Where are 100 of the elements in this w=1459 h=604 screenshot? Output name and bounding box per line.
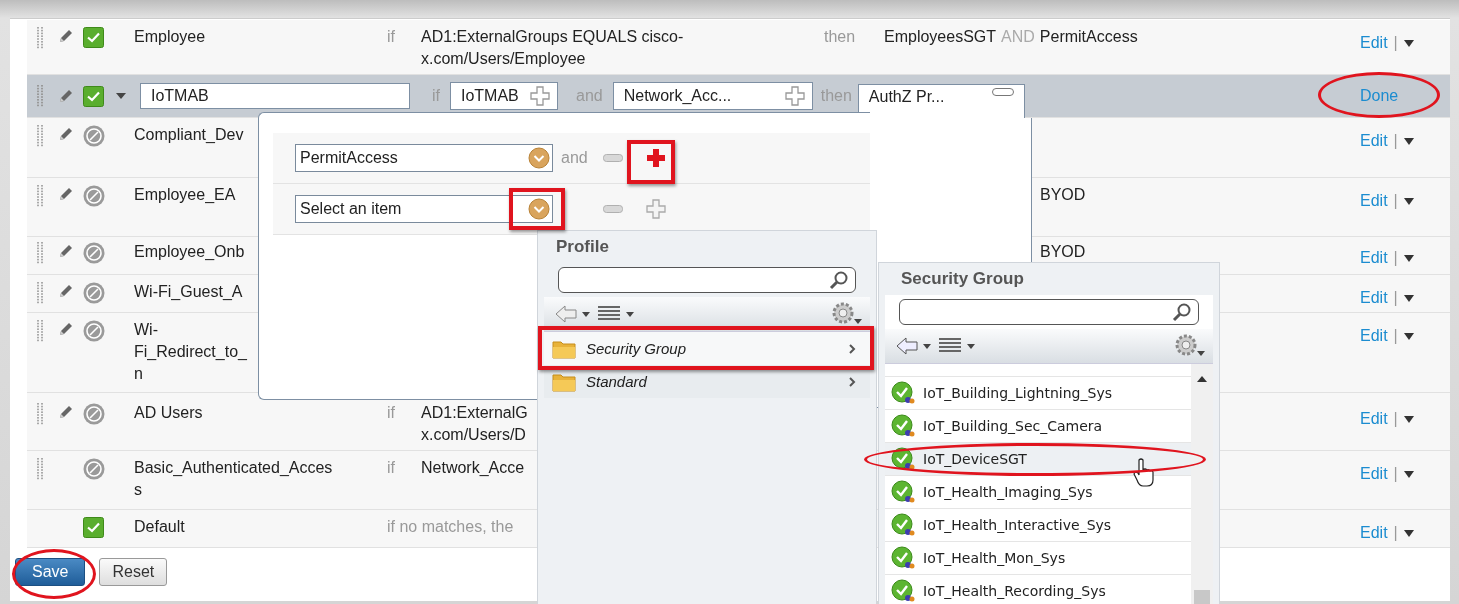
drag-handle-icon[interactable]	[36, 458, 43, 480]
profile-select[interactable]: Select an item	[295, 195, 553, 223]
rule-name-input[interactable]: IoTMAB	[140, 83, 410, 109]
drag-handle-icon[interactable]	[36, 403, 43, 425]
rule-name: Wi- Fi_Redirect_to_ n	[134, 320, 247, 384]
condition-field[interactable]: Network_Acc...	[612, 82, 813, 110]
rule-condition: AD1:ExternalG x.com/Users/D	[421, 404, 528, 443]
pencil-icon[interactable]	[57, 185, 75, 203]
panel-title: Security Group	[900, 268, 1025, 290]
caret-icon[interactable]	[1403, 529, 1414, 537]
tag-list-item[interactable]: IoT_Health_Recording_Sys	[885, 575, 1191, 604]
rule-name: Employee_EA	[134, 185, 236, 205]
caret-icon[interactable]	[1403, 294, 1414, 302]
separator-text: |	[1393, 464, 1398, 484]
caret-icon[interactable]	[1403, 415, 1414, 423]
and-keyword: and	[561, 149, 588, 166]
drag-handle-icon[interactable]	[36, 185, 43, 207]
highlight-rectangle	[627, 140, 675, 184]
add-icon[interactable]	[783, 85, 806, 107]
check-badge-icon	[891, 480, 915, 504]
add-icon[interactable]	[645, 147, 667, 169]
back-arrow-icon[interactable]	[554, 304, 592, 324]
pencil-icon[interactable]	[57, 320, 75, 338]
category-item[interactable]: Security Group	[544, 332, 870, 365]
then-keyword: then	[824, 28, 856, 45]
enabled-checkbox[interactable]	[83, 27, 104, 48]
drag-handle-icon[interactable]	[36, 27, 43, 49]
pencil-icon[interactable]	[57, 125, 75, 143]
drag-handle-icon[interactable]	[36, 85, 43, 107]
drag-handle-icon[interactable]	[36, 125, 43, 147]
search-field[interactable]	[899, 299, 1199, 325]
chevron-right-icon	[849, 343, 856, 354]
rule-result: BYOD	[1040, 186, 1086, 203]
separator-text: |	[1393, 33, 1398, 53]
search-icon[interactable]	[829, 270, 849, 290]
rule-name: Wi-Fi_Guest_A	[134, 282, 243, 302]
rule-condition: Network_Acce	[421, 459, 525, 476]
separator-text: |	[1393, 191, 1398, 211]
caret-icon[interactable]	[1403, 197, 1414, 205]
enabled-checkbox[interactable]	[83, 517, 104, 538]
rule-name: Compliant_Dev	[134, 125, 244, 145]
drag-handle-icon[interactable]	[36, 282, 43, 304]
hand-cursor-icon	[1133, 458, 1155, 488]
save-button[interactable]: Save	[15, 558, 86, 586]
check-badge-icon	[891, 513, 915, 537]
search-field[interactable]	[558, 267, 856, 293]
separator-text: |	[1393, 409, 1398, 429]
result-field[interactable]: AuthZ Pr...	[857, 83, 1025, 118]
rule-name: Employee	[134, 27, 206, 47]
search-icon[interactable]	[1172, 302, 1192, 322]
scrollbar[interactable]	[1191, 364, 1213, 604]
tag-list-item[interactable]: IoT_Health_Mon_Sys	[885, 542, 1191, 575]
if-keyword: if	[387, 459, 395, 476]
if-keyword: if	[387, 404, 395, 421]
dropdown-caret-icon[interactable]	[528, 147, 550, 169]
rule-name: Basic_Authenticated_Acces s	[134, 458, 333, 500]
if-keyword: if	[387, 28, 395, 45]
scroll-up-arrow-icon[interactable]	[1197, 376, 1207, 382]
rule-name: AD Users	[134, 403, 203, 423]
drag-handle-icon[interactable]	[36, 242, 43, 264]
separator-text: |	[1393, 326, 1398, 346]
drag-handle-icon[interactable]	[36, 320, 43, 342]
check-badge-icon	[891, 447, 915, 471]
pencil-icon[interactable]	[57, 282, 75, 300]
profile-select[interactable]: PermitAccess	[295, 144, 553, 172]
check-badge-icon	[891, 546, 915, 570]
separator-text: |	[1393, 248, 1398, 268]
tag-list-item[interactable]: IoT_Building_Lightning_Sys	[885, 377, 1191, 410]
caret-icon[interactable]	[1403, 470, 1414, 478]
then-keyword: then	[820, 87, 852, 105]
enabled-checkbox[interactable]	[83, 85, 104, 107]
rule-result: BYOD	[1040, 243, 1086, 260]
collapse-icon[interactable]	[991, 87, 1014, 96]
back-arrow-icon[interactable]	[895, 336, 933, 356]
separator-text: |	[1393, 523, 1398, 543]
check-badge-icon	[891, 414, 915, 438]
add-icon[interactable]	[529, 85, 551, 107]
caret-icon[interactable]	[1403, 39, 1414, 47]
if-keyword: if	[432, 87, 440, 105]
pencil-icon[interactable]	[57, 87, 75, 105]
caret-icon[interactable]	[1403, 254, 1414, 262]
chevron-right-icon	[849, 376, 856, 387]
pencil-icon[interactable]	[57, 27, 75, 45]
caret-icon[interactable]	[1403, 332, 1414, 340]
caret-icon[interactable]	[115, 93, 126, 99]
dropdown-caret-icon[interactable]	[528, 198, 550, 220]
separator-text: |	[1393, 131, 1398, 151]
tag-list-item[interactable]: IoT_Health_Interactive_Sys	[885, 509, 1191, 542]
pencil-icon[interactable]	[57, 403, 75, 421]
panel-title: Profile	[555, 236, 610, 258]
rule-name: Default	[134, 517, 185, 537]
rule-condition: AD1:ExternalGroups EQUALS cisco- x.com/Users/Employee	[421, 28, 684, 67]
condition-field[interactable]: IoTMAB	[450, 82, 558, 110]
scrollbar-thumb[interactable]	[1194, 590, 1210, 604]
and-keyword: and	[576, 87, 603, 105]
separator-text: |	[1393, 288, 1398, 308]
caret-icon[interactable]	[1403, 137, 1414, 145]
pencil-icon[interactable]	[57, 242, 75, 260]
highlight-rectangle	[509, 188, 565, 230]
reset-button[interactable]: Reset	[99, 558, 168, 586]
